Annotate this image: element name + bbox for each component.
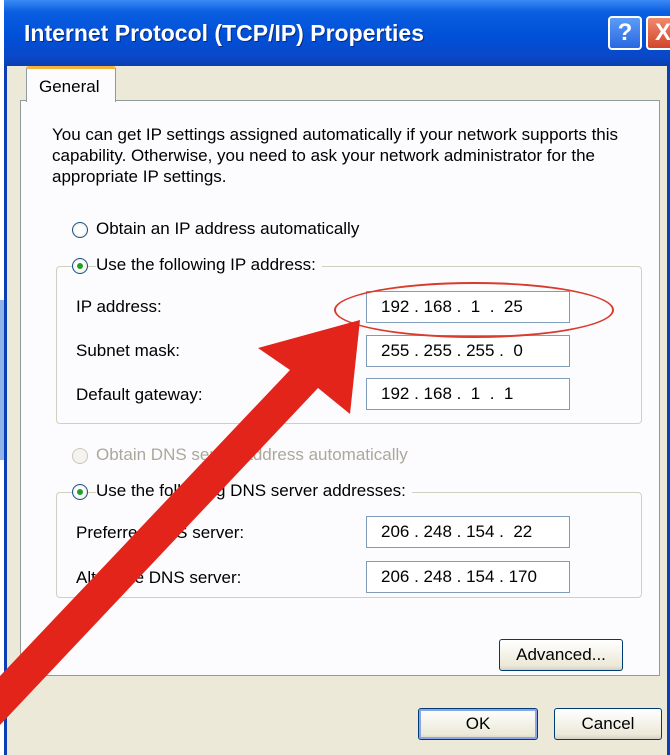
- subnet-mask-label: Subnet mask:: [76, 341, 180, 360]
- radio-obtain-ip-auto[interactable]: [72, 222, 88, 238]
- title-bar[interactable]: Internet Protocol (TCP/IP) Properties ? …: [4, 0, 670, 66]
- default-gateway-label: Default gateway:: [76, 385, 203, 404]
- cancel-button[interactable]: Cancel: [554, 708, 662, 740]
- obtain-ip-auto-label: Obtain an IP address automatically: [96, 219, 360, 238]
- subnet-mask-field[interactable]: 255 . 255 . 255 . 0: [366, 335, 570, 367]
- close-button[interactable]: X: [646, 16, 670, 50]
- preferred-dns-label: Preferred DNS server:: [76, 523, 245, 542]
- radio-use-following-ip[interactable]: [72, 258, 88, 274]
- window-title: Internet Protocol (TCP/IP) Properties: [24, 20, 424, 46]
- help-button[interactable]: ?: [608, 16, 642, 50]
- advanced-button[interactable]: Advanced...: [499, 639, 623, 671]
- ok-button[interactable]: OK: [418, 708, 538, 740]
- obtain-dns-auto-label: Obtain DNS server address automatically: [96, 445, 408, 464]
- use-following-dns-label: Use the following DNS server addresses:: [96, 481, 412, 501]
- radio-obtain-dns-auto[interactable]: [72, 448, 88, 464]
- radio-use-following-dns[interactable]: [72, 484, 88, 500]
- tab-general[interactable]: General: [26, 66, 116, 102]
- alternate-dns-field[interactable]: 206 . 248 . 154 . 170: [366, 561, 570, 593]
- use-following-ip-label: Use the following IP address:: [96, 255, 322, 275]
- default-gateway-field[interactable]: 192 . 168 . 1 . 1: [366, 378, 570, 410]
- highlight-ellipse: [334, 282, 614, 338]
- preferred-dns-field[interactable]: 206 . 248 . 154 . 22: [366, 516, 570, 548]
- alternate-dns-label: Alternate DNS server:: [76, 568, 242, 587]
- description-text: You can get IP settings assigned automat…: [52, 125, 619, 186]
- ip-address-label: IP address:: [76, 297, 162, 316]
